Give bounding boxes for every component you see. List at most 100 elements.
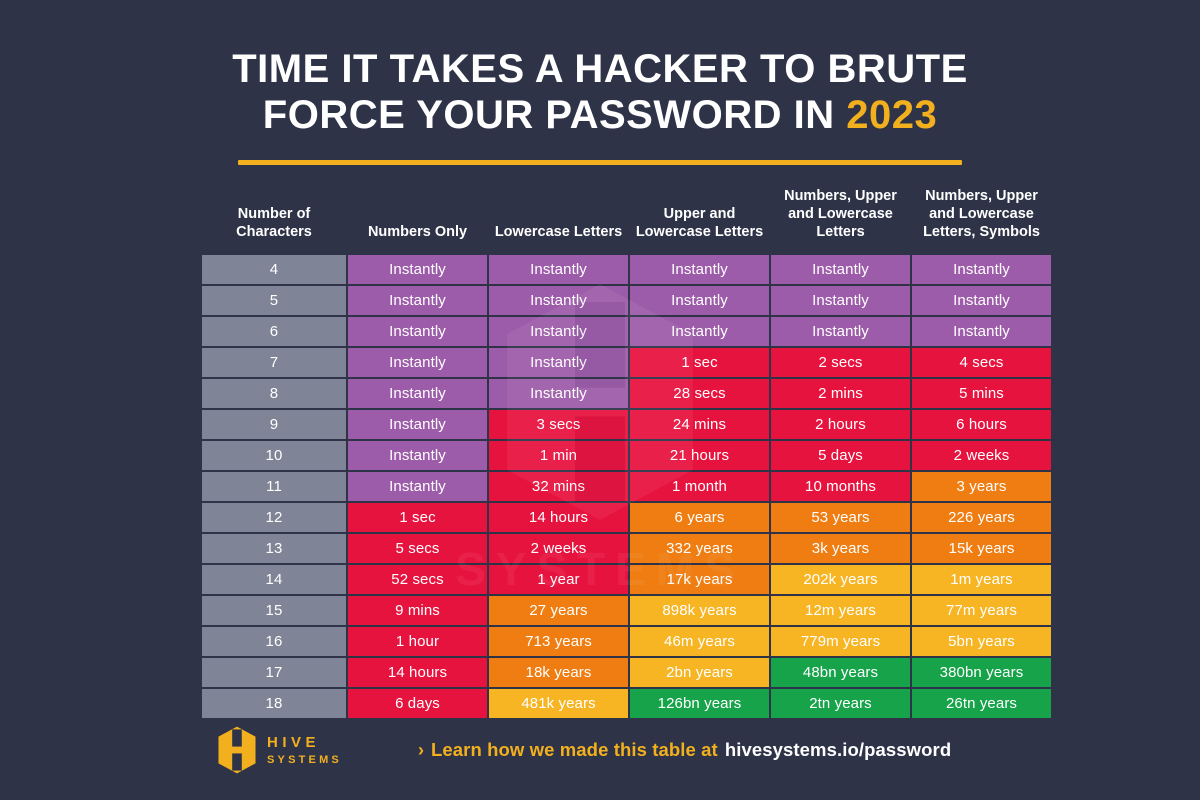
cell-character-count: 13 bbox=[202, 534, 346, 564]
table-row: 15 9 mins 27 years 898k years 12m years 77m y… bbox=[202, 596, 1051, 626]
table-body: 4 Instantly Instantly Instantly Instantly Ins… bbox=[202, 255, 1051, 719]
cell-character-count: 15 bbox=[202, 596, 346, 626]
cell-crack-time: 2tn years bbox=[771, 689, 910, 719]
cell-crack-time: 2 hours bbox=[771, 410, 910, 440]
title-year: 2023 bbox=[846, 93, 938, 137]
cell-crack-time: Instantly bbox=[348, 410, 487, 440]
cell-character-count: 11 bbox=[202, 472, 346, 502]
column-header-numbers-upper-and-lowercase-letters: Numbers, Upper and Lowercase Letters bbox=[784, 188, 897, 241]
cell-crack-time: 27 years bbox=[489, 596, 628, 626]
page-title: TIME IT TAKES A HACKER TO BRUTE FORCE YO… bbox=[0, 46, 1200, 138]
cell-crack-time: Instantly bbox=[771, 286, 910, 316]
cell-crack-time: 46m years bbox=[630, 627, 769, 657]
table-row: 10 Instantly 1 min 21 hours 5 days 2 weeks bbox=[202, 441, 1051, 471]
cell-crack-time: 18k years bbox=[489, 658, 628, 688]
cell-crack-time: 2bn years bbox=[630, 658, 769, 688]
cell-crack-time: 6 hours bbox=[912, 410, 1051, 440]
cell-crack-time: 1 min bbox=[489, 441, 628, 471]
cta-label: Learn how we made this table at bbox=[430, 739, 718, 760]
cell-crack-time: 779m years bbox=[771, 627, 910, 657]
table-row: 5 Instantly Instantly Instantly Instantly Ins… bbox=[202, 286, 1051, 316]
cell-character-count: 4 bbox=[202, 255, 346, 285]
cell-crack-time: Instantly bbox=[630, 286, 769, 316]
title-line-1: TIME IT TAKES A HACKER TO BRUTE bbox=[232, 47, 968, 91]
cell-crack-time: 28 secs bbox=[630, 379, 769, 409]
cell-crack-time: Instantly bbox=[348, 286, 487, 316]
cell-crack-time: Instantly bbox=[630, 255, 769, 285]
cell-crack-time: Instantly bbox=[348, 472, 487, 502]
cell-crack-time: 5 mins bbox=[912, 379, 1051, 409]
logo-wordmark: HIVE SYSTEMS bbox=[267, 735, 342, 766]
hive-systems-logo: HIVE SYSTEMS bbox=[216, 726, 342, 774]
table-row: 13 5 secs 2 weeks 332 years 3k years 15k year… bbox=[202, 534, 1051, 564]
cell-crack-time: 713 years bbox=[489, 627, 628, 657]
cell-crack-time: Instantly bbox=[630, 317, 769, 347]
cell-crack-time: 48bn years bbox=[771, 658, 910, 688]
hive-hexagon-logo-icon bbox=[218, 726, 256, 774]
cell-crack-time: 24 mins bbox=[630, 410, 769, 440]
table-row: 7 Instantly Instantly 1 sec 2 secs 4 secs bbox=[202, 348, 1051, 378]
cell-crack-time: 3k years bbox=[771, 534, 910, 564]
cell-crack-time: Instantly bbox=[489, 317, 628, 347]
cell-crack-time: 52 secs bbox=[348, 565, 487, 595]
cell-crack-time: Instantly bbox=[348, 255, 487, 285]
cell-crack-time: 126bn years bbox=[630, 689, 769, 719]
table-row: 9 Instantly 3 secs 24 mins 2 hours 6 hours bbox=[202, 410, 1051, 440]
infographic-poster: TIME IT TAKES A HACKER TO BRUTE FORCE YO… bbox=[0, 0, 1200, 800]
logo-word-hive: HIVE bbox=[267, 733, 321, 751]
table-row: 16 1 hour 713 years 46m years 779m years 5bn … bbox=[202, 627, 1051, 657]
cell-character-count: 16 bbox=[202, 627, 346, 657]
table-row: 6 Instantly Instantly Instantly Instantly Ins… bbox=[202, 317, 1051, 347]
learn-more-link[interactable]: › Learn how we made this table at hivesy… bbox=[418, 739, 951, 761]
cell-character-count: 10 bbox=[202, 441, 346, 471]
cell-crack-time: 202k years bbox=[771, 565, 910, 595]
cell-crack-time: Instantly bbox=[348, 317, 487, 347]
cell-crack-time: 32 mins bbox=[489, 472, 628, 502]
cell-crack-time: 332 years bbox=[630, 534, 769, 564]
cell-crack-time: Instantly bbox=[771, 317, 910, 347]
table-row: 8 Instantly Instantly 28 secs 2 mins 5 mins bbox=[202, 379, 1051, 409]
cell-crack-time: Instantly bbox=[912, 317, 1051, 347]
cell-crack-time: 5bn years bbox=[912, 627, 1051, 657]
cell-character-count: 14 bbox=[202, 565, 346, 595]
table-row: 11 Instantly 32 mins 1 month 10 months 3 year… bbox=[202, 472, 1051, 502]
cell-crack-time: 2 secs bbox=[771, 348, 910, 378]
table-row: 14 52 secs 1 year 17k years 202k years 1m yea… bbox=[202, 565, 1051, 595]
cell-crack-time: 2 mins bbox=[771, 379, 910, 409]
cell-crack-time: Instantly bbox=[348, 348, 487, 378]
cell-crack-time: 2 weeks bbox=[489, 534, 628, 564]
password-table-container: SYSTEMS Number of Characters Numbers Onl… bbox=[200, 165, 1051, 720]
cell-character-count: 8 bbox=[202, 379, 346, 409]
column-header-numbers-upper-lowercase-letters-symbols: Numbers, Upper and Lowercase Letters, Sy… bbox=[923, 188, 1040, 241]
cell-character-count: 12 bbox=[202, 503, 346, 533]
cell-crack-time: 12m years bbox=[771, 596, 910, 626]
cell-crack-time: Instantly bbox=[912, 286, 1051, 316]
column-header-number-of-characters: Number of Characters bbox=[236, 206, 312, 241]
cell-character-count: 7 bbox=[202, 348, 346, 378]
table-row: 17 14 hours 18k years 2bn years 48bn years 38… bbox=[202, 658, 1051, 688]
cell-crack-time: 10 months bbox=[771, 472, 910, 502]
cell-crack-time: 481k years bbox=[489, 689, 628, 719]
cell-crack-time: Instantly bbox=[912, 255, 1051, 285]
cell-crack-time: 53 years bbox=[771, 503, 910, 533]
logo-word-systems: SYSTEMS bbox=[267, 753, 342, 766]
cell-crack-time: 1 sec bbox=[348, 503, 487, 533]
cell-crack-time: Instantly bbox=[489, 286, 628, 316]
column-header-numbers-only: Numbers Only bbox=[367, 224, 468, 241]
cell-crack-time: 1 hour bbox=[348, 627, 487, 657]
table-row: 12 1 sec 14 hours 6 years 53 years 226 years bbox=[202, 503, 1051, 533]
cell-crack-time: 15k years bbox=[912, 534, 1051, 564]
table-header-row: Number of Characters Numbers Only Lowerc… bbox=[202, 181, 1051, 253]
cell-crack-time: 26tn years bbox=[912, 689, 1051, 719]
cell-crack-time: 14 hours bbox=[348, 658, 487, 688]
title-line-2: FORCE YOUR PASSWORD IN 2023 bbox=[0, 92, 1200, 138]
cell-crack-time: 5 days bbox=[771, 441, 910, 471]
cell-crack-time: 6 years bbox=[630, 503, 769, 533]
cell-crack-time: 3 secs bbox=[489, 410, 628, 440]
cell-crack-time: Instantly bbox=[489, 348, 628, 378]
cell-crack-time: 898k years bbox=[630, 596, 769, 626]
cell-crack-time: 1 year bbox=[489, 565, 628, 595]
title-block: TIME IT TAKES A HACKER TO BRUTE FORCE YO… bbox=[0, 0, 1200, 165]
cell-crack-time: 5 secs bbox=[348, 534, 487, 564]
cell-crack-time: Instantly bbox=[489, 255, 628, 285]
